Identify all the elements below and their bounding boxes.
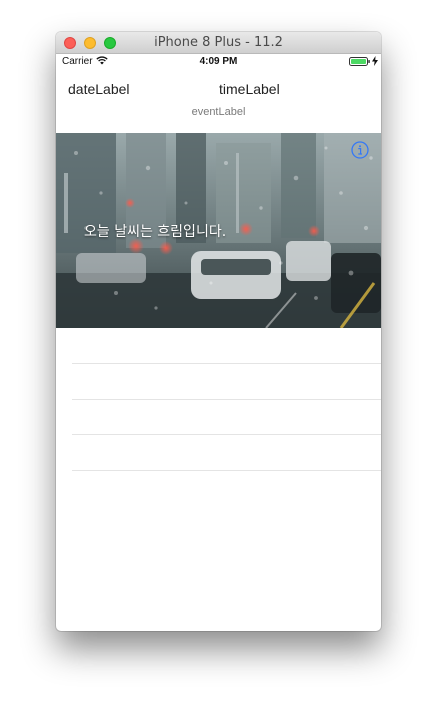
weather-image: 오늘 날씨는 흐림입니다.	[56, 133, 381, 328]
simulator-window: iPhone 8 Plus - 11.2 Carrier 4:09 PM dat…	[56, 32, 381, 631]
table-row-separator	[72, 434, 381, 435]
event-label: eventLabel	[191, 106, 246, 118]
info-button[interactable]	[351, 141, 369, 159]
status-time: 4:09 PM	[199, 56, 238, 67]
window-title: iPhone 8 Plus - 11.2	[154, 35, 283, 50]
table-row-separator	[72, 398, 381, 400]
battery-icon	[349, 57, 370, 69]
info-icon	[351, 141, 369, 159]
status-bar: Carrier 4:09 PM	[56, 54, 381, 69]
time-label: timeLabel	[219, 81, 280, 97]
window-titlebar: iPhone 8 Plus - 11.2	[56, 32, 381, 54]
table-row-separator	[72, 363, 381, 364]
charging-bolt-icon	[372, 56, 378, 68]
table-row-separator	[72, 469, 381, 471]
weather-description: 오늘 날씨는 흐림입니다.	[84, 224, 227, 240]
date-label: dateLabel	[68, 81, 130, 97]
